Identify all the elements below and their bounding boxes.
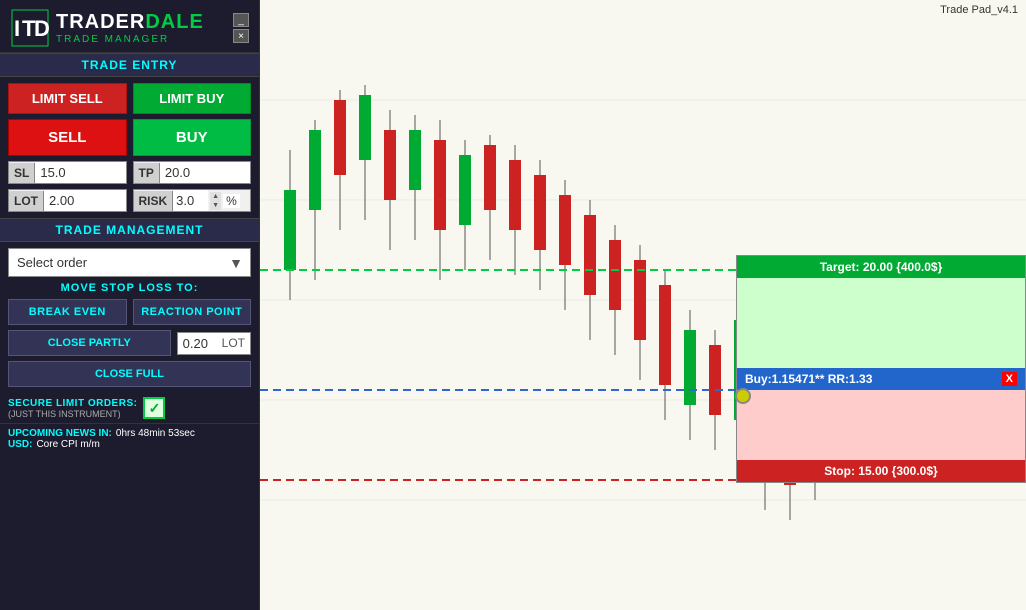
risk-unit: %	[223, 194, 240, 208]
entry-label: Buy:1.15471** RR:1.33	[745, 372, 872, 386]
news-section: UPCOMING NEWS IN: 0hrs 48min 53sec USD: …	[0, 423, 259, 454]
trade-box-profit-zone	[737, 278, 1025, 368]
select-order-wrapper: Select order ▼	[8, 248, 251, 277]
lot-risk-row: LOT RISK ▲ ▼ %	[8, 189, 251, 212]
tp-field: TP	[133, 161, 252, 184]
minimize-button[interactable]: _	[233, 13, 249, 27]
logo-content: I T D TRADERDALE TRADE MANAGER	[10, 8, 204, 48]
trade-box-stop: Stop: 15.00 {300.0$}	[737, 460, 1025, 482]
limit-sell-button[interactable]: LIMIT SELL	[8, 83, 127, 114]
close-lot-value: 0.20	[183, 336, 218, 351]
app-title: Trade Pad_v4.1	[940, 4, 1018, 16]
lot-label: LOT	[9, 191, 44, 211]
secure-sublabel: (JUST THIS INSTRUMENT)	[8, 409, 137, 419]
secure-limit-text: SECURE LIMIT ORDERS: (JUST THIS INSTRUME…	[8, 398, 137, 419]
risk-field: RISK ▲ ▼ %	[133, 189, 252, 212]
sl-field: SL	[8, 161, 127, 184]
window-controls: _ ×	[233, 13, 249, 43]
news-time: 0hrs 48min 53sec	[116, 428, 195, 439]
secure-checkbox-container: ✓	[143, 397, 165, 419]
news-row: UPCOMING NEWS IN: 0hrs 48min 53sec	[8, 428, 251, 439]
tp-input[interactable]	[160, 162, 250, 183]
reaction-point-button[interactable]: REACTION POINT	[133, 299, 252, 325]
secure-checkbox[interactable]: ✓	[143, 397, 165, 419]
cursor-indicator	[735, 388, 751, 404]
risk-input[interactable]	[173, 190, 208, 211]
trade-box-loss-zone	[737, 390, 1025, 460]
close-button[interactable]: ×	[233, 29, 249, 43]
trade-entry-header: TRADE ENTRY	[0, 53, 259, 77]
logo-subtitle: TRADE MANAGER	[56, 34, 204, 45]
news-label: UPCOMING NEWS IN:	[8, 428, 112, 439]
break-even-button[interactable]: BREAK EVEN	[8, 299, 127, 325]
left-panel: I T D TRADERDALE TRADE MANAGER _ × TRADE…	[0, 0, 260, 610]
risk-spinner[interactable]: ▲ ▼	[208, 192, 223, 210]
sell-button[interactable]: SELL	[8, 119, 127, 156]
risk-up-button[interactable]: ▲	[210, 192, 221, 201]
trade-box: Target: 20.00 {400.0$} Buy:1.15471** RR:…	[736, 255, 1026, 483]
sl-input[interactable]	[35, 162, 125, 183]
logo-area: I T D TRADERDALE TRADE MANAGER _ ×	[0, 0, 259, 53]
lot-label-text: LOT	[222, 336, 245, 350]
secure-limit-orders-row: SECURE LIMIT ORDERS: (JUST THIS INSTRUME…	[0, 393, 259, 423]
checkmark-icon: ✓	[149, 400, 161, 417]
sl-label: SL	[9, 163, 35, 183]
close-full-button[interactable]: CLOSE FULL	[8, 361, 251, 387]
logo-icon: I T D	[10, 8, 50, 48]
limit-buy-button[interactable]: LIMIT BUY	[133, 83, 252, 114]
limit-buttons-row: LIMIT SELL LIMIT BUY	[8, 83, 251, 114]
svg-text:D: D	[34, 16, 50, 41]
buy-button[interactable]: BUY	[133, 119, 252, 156]
logo-text: TRADERDALE TRADE MANAGER	[56, 11, 204, 45]
trade-management-header: TRADE MANAGEMENT	[0, 218, 259, 242]
lot-input-group: 0.20 LOT	[177, 332, 251, 355]
risk-down-button[interactable]: ▼	[210, 201, 221, 210]
trade-entry: LIMIT SELL LIMIT BUY SELL BUY SL TP L	[0, 77, 259, 218]
logo-name: TRADERDALE	[56, 11, 204, 34]
move-stop-label: MOVE STOP LOSS TO:	[8, 282, 251, 294]
risk-label: RISK	[134, 191, 174, 211]
news-description: Core CPI m/m	[36, 439, 99, 450]
secure-label: SECURE LIMIT ORDERS:	[8, 398, 137, 409]
svg-text:I: I	[14, 16, 20, 41]
trade-box-close-button[interactable]: X	[1002, 372, 1017, 386]
lot-field: LOT	[8, 189, 127, 212]
trade-box-entry: Buy:1.15471** RR:1.33 X	[737, 368, 1025, 390]
sl-tp-row: SL TP	[8, 161, 251, 184]
tp-label: TP	[134, 163, 160, 183]
close-partly-button[interactable]: CLOSE PARTLY	[8, 330, 171, 356]
lot-input[interactable]	[44, 190, 126, 211]
trade-box-target: Target: 20.00 {400.0$}	[737, 256, 1025, 278]
sell-buy-row: SELL BUY	[8, 119, 251, 156]
news-currency: USD:	[8, 439, 32, 450]
chart-area: Trade Pad_v4.1	[260, 0, 1026, 610]
break-even-reaction-row: BREAK EVEN REACTION POINT	[8, 299, 251, 325]
select-order-dropdown[interactable]: Select order	[8, 248, 251, 277]
trade-management: Select order ▼ MOVE STOP LOSS TO: BREAK …	[0, 242, 259, 393]
news-currency-row: USD: Core CPI m/m	[8, 439, 251, 450]
close-partly-row: CLOSE PARTLY 0.20 LOT	[8, 330, 251, 356]
